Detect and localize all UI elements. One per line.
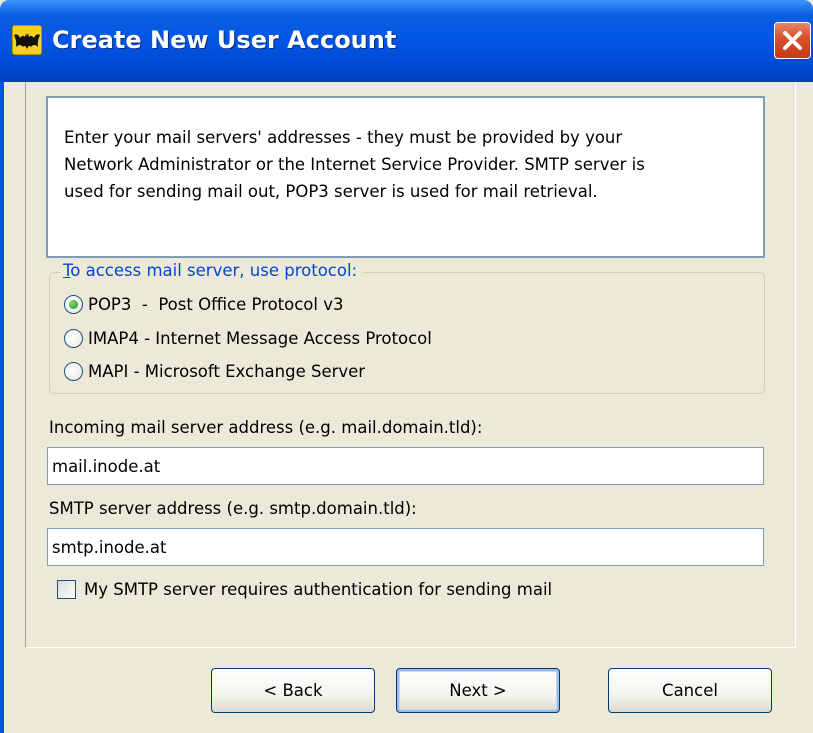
close-x-icon — [783, 31, 802, 50]
instructions-line-2: Network Administrator or the Internet Se… — [64, 155, 645, 174]
cancel-button[interactable]: Cancel — [608, 668, 772, 713]
close-button[interactable] — [774, 22, 811, 59]
radio-mapi[interactable]: MAPI - Microsoft Exchange Server — [64, 357, 365, 385]
window-title: Create New User Account — [52, 26, 397, 54]
radio-button-checked[interactable] — [64, 294, 83, 314]
bat-icon — [12, 25, 42, 55]
incoming-server-input[interactable] — [47, 447, 764, 485]
radio-imap4-label[interactable]: IMAP4 - Internet Message Access Protocol — [88, 329, 432, 348]
smtp-server-input[interactable] — [47, 528, 764, 566]
radio-button[interactable] — [64, 361, 83, 381]
radio-pop3-label[interactable]: POP3 - Post Office Protocol v3 — [88, 295, 344, 314]
title-bar[interactable]: Create New User Account — [0, 0, 813, 82]
instructions-line-1: Enter your mail servers' addresses - the… — [64, 128, 623, 147]
incoming-server-label: Incoming mail server address (e.g. mail.… — [49, 418, 483, 437]
radio-imap4[interactable]: IMAP4 - Internet Message Access Protocol — [64, 324, 432, 352]
radio-mapi-label[interactable]: MAPI - Microsoft Exchange Server — [88, 362, 365, 381]
create-user-account-dialog: Create New User Account Enter your mail … — [0, 0, 813, 733]
radio-button[interactable] — [64, 328, 83, 348]
radio-pop3[interactable]: POP3 - Post Office Protocol v3 — [64, 290, 344, 318]
next-button[interactable]: Next > — [396, 668, 560, 713]
instructions-line-3: used for sending mail out, POP3 server i… — [64, 182, 598, 201]
smtp-auth-checkbox-row[interactable]: My SMTP server requires authentication f… — [57, 576, 552, 602]
window-frame-left — [0, 82, 4, 733]
protocol-group-label: To access mail server, use protocol: — [61, 261, 364, 280]
smtp-auth-checkbox[interactable] — [57, 579, 76, 599]
back-button[interactable]: < Back — [211, 668, 375, 713]
smtp-server-label: SMTP server address (e.g. smtp.domain.tl… — [49, 499, 417, 518]
instructions-box: Enter your mail servers' addresses - the… — [46, 96, 765, 258]
smtp-auth-label[interactable]: My SMTP server requires authentication f… — [84, 580, 552, 599]
